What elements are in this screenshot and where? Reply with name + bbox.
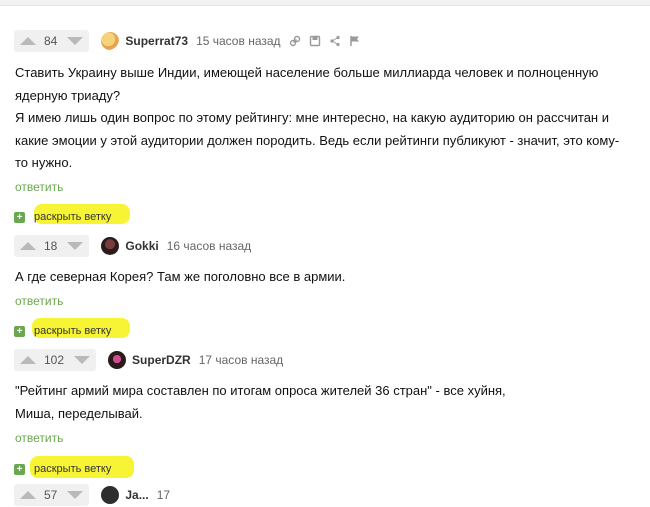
vote-box: 57: [14, 484, 90, 506]
author-name[interactable]: Gokki: [125, 239, 158, 253]
flag-icon[interactable]: [349, 35, 361, 47]
comment-text: "Рейтинг армий мира составлен по итогам …: [15, 380, 506, 425]
timestamp[interactable]: 17: [157, 488, 170, 502]
comment-line: "Рейтинг армий мира составлен по итогам …: [15, 383, 506, 398]
reply-link[interactable]: ответить: [15, 180, 63, 194]
downvote-icon[interactable]: [74, 356, 91, 364]
upvote-icon[interactable]: [20, 491, 36, 499]
downvote-icon[interactable]: [67, 491, 84, 499]
comment-text: А где северная Корея? Там же поголовно в…: [15, 266, 345, 289]
plus-icon[interactable]: +: [14, 211, 25, 223]
expand-thread[interactable]: + раскрыть ветку: [14, 322, 111, 340]
plus-icon[interactable]: +: [14, 325, 25, 337]
timestamp[interactable]: 16 часов назад: [167, 239, 251, 253]
rating: 102: [44, 353, 65, 367]
vote-box: 84: [14, 30, 90, 52]
expand-thread-label[interactable]: раскрыть ветку: [34, 211, 111, 223]
plus-icon[interactable]: +: [14, 463, 25, 475]
timestamp[interactable]: 17 часов назад: [199, 353, 283, 367]
author-name[interactable]: Ja...: [125, 488, 148, 502]
downvote-icon[interactable]: [67, 242, 84, 250]
comment-line: А где северная Корея? Там же поголовно в…: [15, 269, 346, 284]
share-icon[interactable]: [329, 35, 341, 47]
author-name[interactable]: SuperDZR: [132, 353, 191, 367]
expand-thread-label[interactable]: раскрыть ветку: [34, 463, 111, 475]
save-icon[interactable]: [309, 35, 321, 47]
comment-line: Я имею лишь один вопрос по этому рейтинг…: [15, 110, 609, 125]
avatar[interactable]: [101, 486, 120, 504]
reply-link[interactable]: ответить: [15, 431, 63, 445]
comment-line: Миша, переделывай.: [15, 405, 143, 421]
link-icon[interactable]: [289, 35, 301, 47]
expand-thread[interactable]: + раскрыть ветку: [14, 460, 111, 478]
comment-meta: 18 Gokki 16 часов назад: [14, 234, 251, 258]
rating: 84: [44, 34, 58, 48]
comment-meta: 84 Superrat73 15 часов назад: [14, 29, 361, 53]
downvote-icon[interactable]: [67, 37, 84, 45]
avatar[interactable]: [108, 351, 127, 369]
expand-thread[interactable]: + раскрыть ветку: [14, 208, 111, 226]
comment-meta: 102 SuperDZR 17 часов назад: [14, 348, 283, 372]
expand-thread-label[interactable]: раскрыть ветку: [34, 325, 111, 337]
comment-line: то нужно.: [15, 155, 73, 170]
upvote-icon[interactable]: [20, 356, 36, 364]
comment-line: ядерную триаду?: [15, 87, 121, 103]
vote-box: 102: [14, 349, 97, 371]
upvote-icon[interactable]: [20, 37, 36, 45]
author-name[interactable]: Superrat73: [125, 34, 188, 48]
reply-link[interactable]: ответить: [15, 294, 63, 308]
comment-line: Ставить Украину выше Индии, имеющей насе…: [15, 65, 599, 80]
comment-text: Ставить Украину выше Индии, имеющей насе…: [15, 62, 619, 175]
timestamp[interactable]: 15 часов назад: [196, 34, 280, 48]
rating: 57: [44, 488, 58, 502]
comment-meta: 57 Ja... 17: [14, 483, 170, 507]
comment-line: какие эмоции у этой аудитории должен пор…: [15, 132, 620, 148]
avatar[interactable]: [101, 237, 120, 255]
top-border: [0, 0, 650, 6]
rating: 18: [44, 239, 58, 253]
avatar[interactable]: [101, 32, 120, 50]
vote-box: 18: [14, 235, 90, 257]
upvote-icon[interactable]: [20, 242, 36, 250]
